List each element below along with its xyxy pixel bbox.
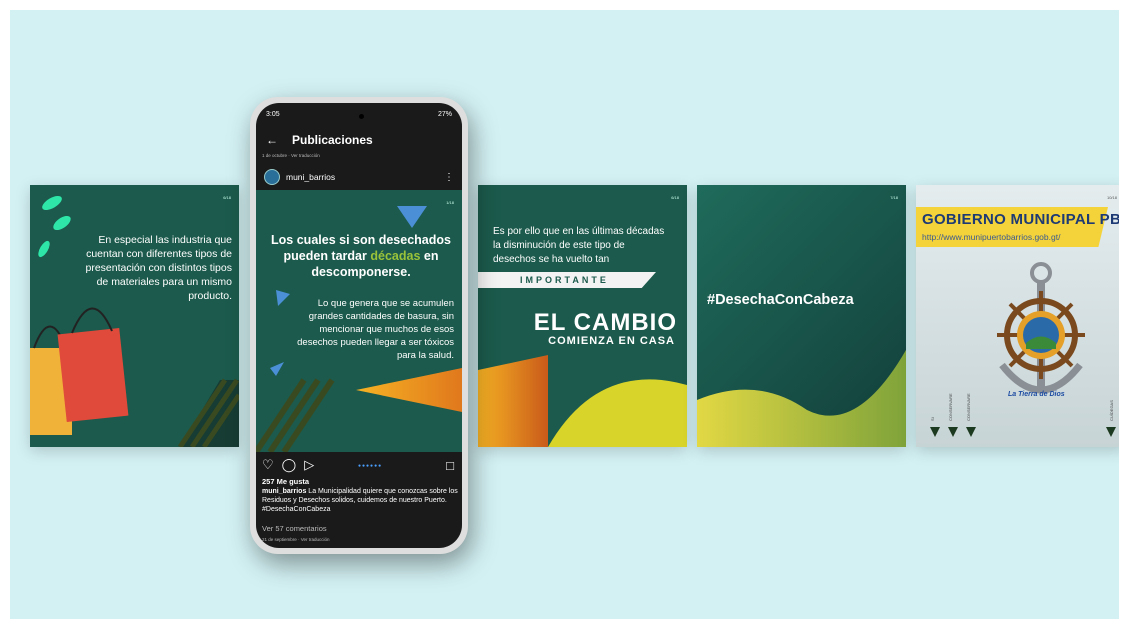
author-username[interactable]: muni_barrios [286,172,335,182]
carousel-card-4: 7/18 #DesechaConCabeza [697,185,906,447]
phone-mockup: 3:05 27% ← Publicaciones 1 de octubre · … [250,97,468,554]
post-author: muni_barrios ⋮ [264,169,454,185]
status-time: 3:05 [266,111,280,118]
front-camera [359,114,364,119]
post-image[interactable]: 1/18 Los cuales si son desechados pueden… [256,190,462,452]
back-arrow-icon[interactable]: ← [266,133,278,147]
page-counter: 6/18 [671,195,679,200]
carousel-card-3: 6/18 Es por ello que en las últimas déca… [478,185,687,447]
battery-status: 27% [437,111,452,118]
caption-username[interactable]: muni_barrios [262,488,306,495]
card3-headline: EL CAMBIO [533,309,677,336]
page-counter: 6/18 [223,195,231,200]
vertical-label: CONSERVARE [966,393,971,421]
post-heading: Los cuales si son desechados pueden tard… [266,232,456,280]
post-date-top[interactable]: 1 de octubre · Ver traducción [262,153,320,158]
view-comments-link[interactable]: Ver 57 comentarios [262,524,327,533]
card3-subline: COMIENZA EN CASA [548,335,675,347]
avatar[interactable] [264,169,280,185]
likes-count[interactable]: 257 Me gusta [262,477,309,486]
card4-decoration [697,350,906,447]
carousel-card-1: 6/18 En especial las industria que cuent… [30,185,239,447]
bookmark-icon[interactable]: □ [446,458,454,473]
card3-text: Es por ello que en las últimas décadas l… [493,226,665,265]
more-options-icon[interactable]: ⋮ [444,172,454,183]
anchor-emblem-icon [930,262,1116,437]
vertical-label: Sí [930,417,935,421]
heading-highlight: décadas [370,249,421,263]
carousel-card-5: 10/18 GOBIERNO MUNICIPAL PB http://www.m… [916,185,1119,447]
phone-screen: 3:05 27% ← Publicaciones 1 de octubre · … [256,103,462,548]
share-send-icon[interactable]: ▷ [304,457,314,473]
card4-hashtag: #DesechaConCabeza [707,292,854,308]
nav-title: Publicaciones [292,133,373,147]
comment-bubble-icon[interactable]: ◯ [282,457,297,473]
post-caption: muni_barrios La Municipalidad quiere que… [262,487,458,514]
post-body-text: Lo que genera que se acumulen grandes ca… [297,298,454,361]
card3-band: IMPORTANTE [478,272,656,288]
vertical-label: CUÍDEGAS [1109,400,1114,421]
mockup-stage: 6/18 En especial las industria que cuent… [10,10,1119,619]
carousel-dots: ●●●●●● [358,463,383,469]
top-nav: ← Publicaciones [266,133,373,147]
page-counter: 7/18 [890,195,898,200]
post-page-counter: 1/18 [446,200,454,205]
like-heart-icon[interactable]: ♡ [262,457,274,473]
caption-hashtag[interactable]: #DesechaConCabeza [262,506,331,513]
card1-decoration [30,196,239,447]
card5-brand: La Tierra de Dios [1008,391,1065,398]
post-date-bottom[interactable]: 21 de septiembre · Ver traducción [262,537,330,542]
vertical-label: CONSERVARE [948,393,953,421]
card1-text: En especial las industria que cuentan co… [85,234,232,302]
